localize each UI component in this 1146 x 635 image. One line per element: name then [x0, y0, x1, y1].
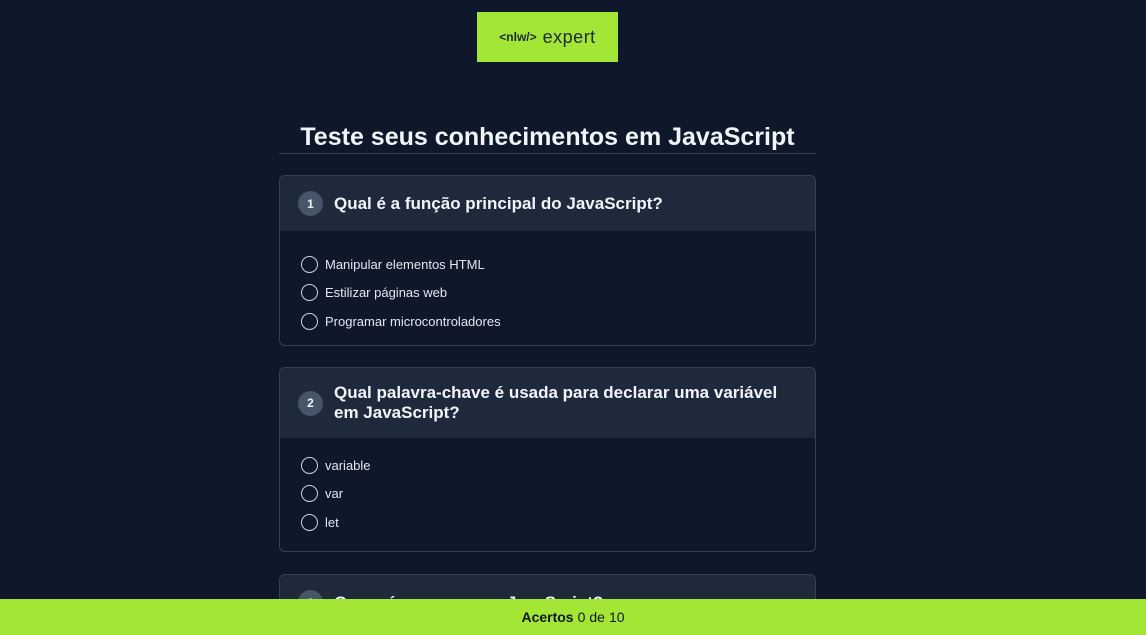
- logo-word: expert: [542, 26, 596, 47]
- options-list: Manipular elementos HTML Estilizar págin…: [280, 231, 815, 336]
- radio-button[interactable]: [301, 312, 318, 330]
- options-list: variable var let: [280, 438, 815, 537]
- question-number-badge: 1: [298, 191, 323, 216]
- answer-option[interactable]: Programar microcontroladores: [301, 307, 815, 336]
- question-card: 2 Qual palavra-chave é usada para declar…: [279, 367, 816, 552]
- title-section: Teste seus conhecimentos em JavaScript: [279, 123, 816, 154]
- option-label: Programar microcontroladores: [325, 313, 501, 329]
- radio-button[interactable]: [301, 485, 318, 503]
- logo-tag: <nlw/>: [499, 30, 537, 44]
- score-label: Acertos: [521, 609, 574, 625]
- answer-option[interactable]: let: [301, 508, 815, 537]
- option-label: Manipular elementos HTML: [325, 256, 485, 272]
- question-number-badge: 2: [298, 390, 323, 416]
- radio-button[interactable]: [301, 513, 318, 531]
- score-correct: 0: [577, 609, 586, 625]
- option-label: let: [325, 514, 339, 530]
- answer-option[interactable]: var: [301, 480, 815, 509]
- score-total: 10: [608, 609, 625, 625]
- nlw-expert-logo: <nlw/> expert: [477, 12, 618, 62]
- radio-button[interactable]: [301, 284, 318, 302]
- answer-option[interactable]: Manipular elementos HTML: [301, 250, 815, 279]
- question-header: 2 Qual palavra-chave é usada para declar…: [280, 368, 815, 438]
- question-card: 1 Qual é a função principal do JavaScrip…: [279, 175, 816, 346]
- question-text: Qual é a função principal do JavaScript?: [334, 193, 663, 213]
- radio-button[interactable]: [301, 255, 318, 273]
- score-separator: de: [589, 609, 605, 625]
- question-text: Qual palavra-chave é usada para declarar…: [334, 383, 778, 422]
- option-label: var: [325, 486, 344, 502]
- answer-option[interactable]: variable: [301, 451, 815, 480]
- option-label: variable: [325, 457, 371, 473]
- option-label: Estilizar páginas web: [325, 285, 448, 301]
- page-title: Teste seus conhecimentos em JavaScript: [300, 123, 795, 151]
- score-footer: Acertos 0 de 10: [0, 599, 1146, 635]
- quiz-page: <nlw/> expert Teste seus conhecimentos e…: [0, 0, 1146, 635]
- radio-button[interactable]: [301, 456, 318, 474]
- question-header: 1 Qual é a função principal do JavaScrip…: [280, 176, 815, 231]
- answer-option[interactable]: Estilizar páginas web: [301, 279, 815, 308]
